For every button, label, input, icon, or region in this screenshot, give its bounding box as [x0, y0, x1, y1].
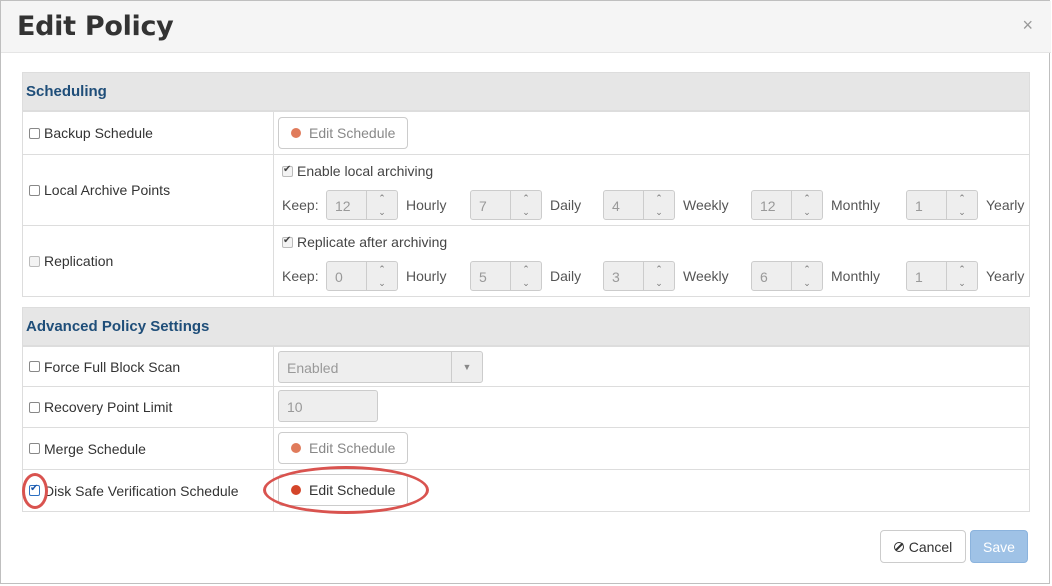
merge-schedule-row: Merge Schedule Edit Schedule [23, 427, 1029, 469]
yearly-label: Yearly [986, 197, 1025, 213]
local-archive-checkbox[interactable] [29, 184, 40, 196]
weekly-label: Weekly [683, 197, 729, 213]
backup-schedule-label: Backup Schedule [44, 125, 153, 141]
local-archive-label: Local Archive Points [44, 182, 171, 198]
spin-down-icon[interactable]: ⌄ [367, 276, 397, 290]
recovery-limit-label: Recovery Point Limit [44, 399, 173, 415]
spin-down-icon[interactable]: ⌄ [792, 205, 822, 219]
disk-safe-row: Disk Safe Verification Schedule Edit Sch… [23, 469, 1029, 511]
local-daily-spinner[interactable]: 7 ⌃ ⌄ [470, 190, 542, 220]
scheduling-heading: Scheduling [23, 73, 1029, 111]
spin-up-icon[interactable]: ⌃ [511, 191, 541, 205]
spin-up-icon[interactable]: ⌃ [947, 191, 977, 205]
daily-label: Daily [550, 268, 582, 284]
schedule-status-icon [291, 443, 301, 453]
monthly-label: Monthly [831, 268, 881, 284]
spin-down-icon[interactable]: ⌄ [367, 205, 397, 219]
spin-up-icon[interactable]: ⌃ [367, 262, 397, 276]
ban-icon [893, 541, 904, 552]
replication-checkbox[interactable] [29, 255, 40, 267]
spin-up-icon[interactable]: ⌃ [367, 191, 397, 205]
local-archive-keep-row: Keep: 12 ⌃ ⌄ Hourly 7 ⌃ ⌄ Daily 4 ⌃ ⌄ We… [274, 190, 1029, 220]
force-full-checkbox[interactable] [29, 361, 40, 372]
rep-hourly-spinner[interactable]: 0 ⌃ ⌄ [326, 261, 398, 291]
recovery-limit-checkbox[interactable] [29, 401, 40, 413]
advanced-settings-section: Advanced Policy Settings Force Full Bloc… [22, 307, 1030, 512]
replicate-after-archiving-label: Replicate after archiving [297, 234, 448, 250]
enable-local-archiving-label: Enable local archiving [297, 163, 434, 179]
replication-label: Replication [44, 253, 114, 269]
advanced-heading: Advanced Policy Settings [23, 308, 1029, 346]
hourly-label: Hourly [406, 197, 447, 213]
spin-up-icon[interactable]: ⌃ [792, 262, 822, 276]
recovery-limit-row: Recovery Point Limit 10 [23, 386, 1029, 427]
keep-label: Keep: [282, 197, 319, 213]
schedule-status-icon [291, 485, 301, 495]
save-button[interactable]: Save [970, 530, 1028, 563]
backup-schedule-checkbox[interactable] [29, 127, 40, 139]
merge-schedule-label: Merge Schedule [44, 440, 146, 457]
spin-up-icon[interactable]: ⌃ [511, 262, 541, 276]
dialog-header: Edit Policy × [1, 1, 1051, 53]
rep-weekly-spinner[interactable]: 3 ⌃ ⌄ [603, 261, 675, 291]
recovery-limit-input[interactable]: 10 [278, 390, 378, 422]
spin-down-icon[interactable]: ⌄ [511, 205, 541, 219]
spin-up-icon[interactable]: ⌃ [947, 262, 977, 276]
weekly-label: Weekly [683, 268, 729, 284]
spin-up-icon[interactable]: ⌃ [792, 191, 822, 205]
rep-yearly-spinner[interactable]: 1 ⌃ ⌄ [906, 261, 978, 291]
schedule-status-icon [291, 128, 301, 138]
yearly-label: Yearly [986, 268, 1025, 284]
chevron-down-icon[interactable]: ▼ [451, 352, 482, 382]
replication-row: Replication Replicate after archiving Ke… [23, 225, 1029, 296]
spin-down-icon[interactable]: ⌄ [644, 276, 674, 290]
keep-label: Keep: [282, 268, 319, 284]
local-weekly-spinner[interactable]: 4 ⌃ ⌄ [603, 190, 675, 220]
force-full-row: Force Full Block Scan Enabled ▼ [23, 346, 1029, 386]
local-yearly-spinner[interactable]: 1 ⌃ ⌄ [906, 190, 978, 220]
merge-schedule-checkbox[interactable] [29, 443, 40, 454]
spin-up-icon[interactable]: ⌃ [644, 191, 674, 205]
force-full-select[interactable]: Enabled ▼ [278, 351, 483, 383]
cancel-button[interactable]: Cancel [880, 530, 966, 563]
disk-safe-edit-schedule-button[interactable]: Edit Schedule [278, 474, 409, 506]
enable-local-archiving-checkbox[interactable] [282, 164, 293, 177]
merge-edit-schedule-button[interactable]: Edit Schedule [278, 432, 409, 464]
rep-monthly-spinner[interactable]: 6 ⌃ ⌄ [751, 261, 823, 291]
local-archive-row: Local Archive Points Enable local archiv… [23, 154, 1029, 225]
close-icon[interactable]: × [1022, 15, 1033, 36]
scheduling-section: Scheduling Backup Schedule Edit Schedule [22, 72, 1030, 297]
spin-down-icon[interactable]: ⌄ [947, 205, 977, 219]
spin-down-icon[interactable]: ⌄ [792, 276, 822, 290]
spin-down-icon[interactable]: ⌄ [644, 205, 674, 219]
local-hourly-spinner[interactable]: 12 ⌃ ⌄ [326, 190, 398, 220]
spin-down-icon[interactable]: ⌄ [511, 276, 541, 290]
disk-safe-checkbox[interactable] [29, 483, 40, 496]
disk-safe-label: Disk Safe Verification Schedule [44, 482, 239, 499]
backup-schedule-row: Backup Schedule Edit Schedule [23, 111, 1029, 154]
spin-down-icon[interactable]: ⌄ [947, 276, 977, 290]
backup-edit-schedule-button[interactable]: Edit Schedule [278, 117, 409, 149]
monthly-label: Monthly [831, 197, 881, 213]
replication-keep-row: Keep: 0 ⌃ ⌄ Hourly 5 ⌃ ⌄ Daily 3 ⌃ ⌄ Wee… [274, 261, 1029, 291]
hourly-label: Hourly [406, 268, 447, 284]
dialog-title: Edit Policy [17, 11, 174, 42]
edit-policy-dialog: Edit Policy × Scheduling Backup Schedule… [0, 0, 1051, 584]
local-monthly-spinner[interactable]: 12 ⌃ ⌄ [751, 190, 823, 220]
rep-daily-spinner[interactable]: 5 ⌃ ⌄ [470, 261, 542, 291]
spin-up-icon[interactable]: ⌃ [644, 262, 674, 276]
daily-label: Daily [550, 197, 582, 213]
replicate-after-archiving-checkbox[interactable] [282, 235, 293, 248]
force-full-label: Force Full Block Scan [44, 358, 181, 375]
